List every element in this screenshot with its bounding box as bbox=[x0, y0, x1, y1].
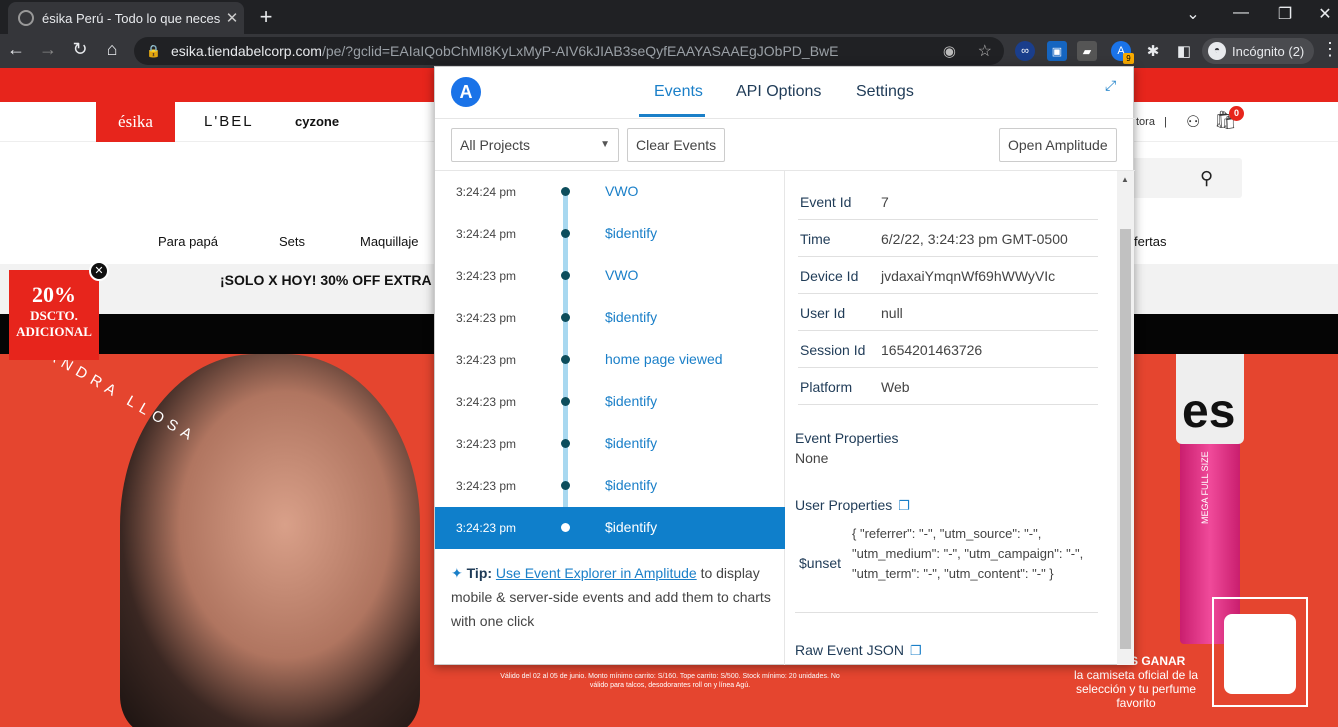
cart-count-badge: 0 bbox=[1229, 106, 1244, 121]
home-icon[interactable]: ⌂ bbox=[100, 39, 124, 60]
menu-kebab-icon[interactable]: ⋮ bbox=[1318, 39, 1338, 60]
detail-row: Device Id jvdaxaiYmqnWf69hWWyVIc bbox=[798, 257, 1098, 294]
chevron-down-icon: ▼ bbox=[600, 139, 610, 150]
unset-key: $unset bbox=[799, 555, 842, 571]
expand-icon[interactable]: ⤢ bbox=[1105, 77, 1116, 94]
detail-row: Event Id 7 bbox=[798, 183, 1098, 220]
extension-1-icon[interactable]: ∞ bbox=[1015, 41, 1035, 61]
discount-badge[interactable]: 20% DSCTO. ADICIONAL bbox=[9, 270, 99, 360]
incognito-profile-button[interactable]: ◓ Incógnito (2) bbox=[1202, 38, 1314, 64]
model-photo bbox=[120, 354, 420, 727]
menu-item-ofertas[interactable]: fertas bbox=[1134, 234, 1167, 249]
user-icon[interactable]: ⚇ bbox=[1186, 112, 1200, 132]
browser-tab-bar: ésika Perú - Todo lo que necesitas ✕ + ⌄… bbox=[0, 0, 1338, 34]
event-properties-value: None bbox=[795, 450, 829, 466]
event-row[interactable]: 3:24:23 pm VWO bbox=[435, 255, 785, 297]
detail-row: Platform Web bbox=[798, 368, 1098, 405]
user-properties-title: User Properties ❐ bbox=[795, 497, 910, 513]
forward-arrow-icon[interactable]: → bbox=[36, 39, 60, 60]
search-icon[interactable]: ⚲ bbox=[1200, 168, 1213, 189]
amplitude-popup: A Events API Options Settings ⤢ All Proj… bbox=[434, 66, 1135, 665]
tab-api-options[interactable]: API Options bbox=[736, 83, 821, 101]
legal-text: Válido del 02 al 05 de junio. Monto míni… bbox=[500, 673, 840, 689]
copy-json-icon[interactable]: ❐ bbox=[910, 643, 922, 658]
open-amplitude-button[interactable]: Open Amplitude bbox=[999, 128, 1117, 162]
amplitude-logo-icon: A bbox=[451, 77, 481, 107]
minimize-icon[interactable]: — bbox=[1226, 4, 1256, 22]
window-close-icon[interactable]: ✕ bbox=[1310, 4, 1338, 24]
raw-json-title: Raw Event JSON ❐ bbox=[795, 642, 922, 658]
extension-2-icon[interactable]: ▣ bbox=[1047, 41, 1067, 61]
tab-settings[interactable]: Settings bbox=[856, 83, 914, 101]
mascara-label: MEGA FULL SIZE bbox=[1200, 451, 1210, 524]
detail-row: User Id null bbox=[798, 294, 1098, 331]
badge-close-icon[interactable]: ✕ bbox=[89, 261, 109, 281]
lock-icon: 🔒 bbox=[146, 44, 161, 58]
screen: ésika Perú - Todo lo que necesitas ✕ + ⌄… bbox=[0, 0, 1338, 727]
copy-icon[interactable]: ❐ bbox=[898, 498, 910, 513]
controls-row: All Projects ▼ Clear Events Open Amplitud… bbox=[435, 119, 1135, 171]
brand-lbel[interactable]: L'BEL bbox=[204, 102, 254, 142]
detail-row: Time 6/2/22, 3:24:23 pm GMT-0500 bbox=[798, 220, 1098, 257]
popup-header: A Events API Options Settings ⤢ bbox=[435, 67, 1135, 119]
brand-esika[interactable]: ésika bbox=[96, 102, 175, 142]
menu-item-sets[interactable]: Sets bbox=[279, 234, 305, 249]
tab-close-icon[interactable]: ✕ bbox=[220, 9, 244, 27]
event-row[interactable]: 3:24:23 pm $identify bbox=[435, 465, 785, 507]
clear-events-button[interactable]: Clear Events bbox=[627, 128, 726, 162]
tip-text: ✦ Tip: Use Event Explorer in Amplitude t… bbox=[451, 565, 771, 629]
project-select[interactable]: All Projects ▼ bbox=[451, 128, 619, 162]
tab-search-chevron-icon[interactable]: ⌄ bbox=[1178, 4, 1208, 24]
browser-toolbar: ← → ↻ ⌂ 🔒 esika.tiendabelcorp.com/pe/?gc… bbox=[0, 34, 1338, 68]
event-row[interactable]: 3:24:23 pm $identify bbox=[435, 297, 785, 339]
event-row-selected[interactable]: 3:24:23 pm $identify bbox=[435, 507, 785, 549]
event-row[interactable]: 3:24:23 pm $identify bbox=[435, 381, 785, 423]
menu-item-papa[interactable]: Para papá bbox=[158, 234, 218, 249]
back-arrow-icon[interactable]: ← bbox=[4, 39, 28, 60]
scroll-thumb[interactable] bbox=[1120, 229, 1131, 649]
event-properties-title: Event Properties bbox=[795, 430, 899, 446]
extension-badge: 9 bbox=[1123, 53, 1134, 64]
site-favicon-icon bbox=[18, 10, 34, 26]
detail-row: Session Id 1654201463726 bbox=[798, 331, 1098, 368]
active-tab-underline bbox=[639, 114, 705, 117]
incognito-icon: ◓ bbox=[1208, 42, 1226, 60]
extension-3-icon[interactable]: ▰ bbox=[1077, 41, 1097, 61]
tab-events[interactable]: Events bbox=[654, 83, 703, 101]
side-panel-icon[interactable]: ◧ bbox=[1174, 41, 1194, 61]
event-explorer-link[interactable]: Use Event Explorer in Amplitude bbox=[496, 565, 697, 581]
event-row[interactable]: 3:24:23 pm home page viewed bbox=[435, 339, 785, 381]
new-tab-button[interactable]: + bbox=[254, 4, 278, 30]
mascara-brand: es bbox=[1182, 385, 1236, 438]
reload-icon[interactable]: ↻ bbox=[68, 39, 92, 60]
tab-title: ésika Perú - Todo lo que necesitas bbox=[42, 10, 220, 26]
event-details: Event Id 7 Time 6/2/22, 3:24:23 pm GMT-050… bbox=[786, 171, 1134, 665]
event-list: 3:24:24 pm VWO 3:24:24 pm $identify 3:24:2… bbox=[435, 171, 785, 665]
extensions-puzzle-icon[interactable]: ✱ bbox=[1143, 41, 1163, 61]
promo-text: ¡SOLO X HOY! 30% OFF EXTRA e bbox=[220, 272, 443, 288]
address-bar[interactable]: 🔒 esika.tiendabelcorp.com/pe/?gclid=EAIa… bbox=[134, 37, 1004, 65]
url-text: esika.tiendabelcorp.com/pe/?gclid=EAIaIQ… bbox=[170, 43, 839, 59]
menu-item-maquillaje[interactable]: Maquillaje bbox=[360, 234, 419, 249]
eye-slash-icon[interactable]: ◉ bbox=[943, 42, 956, 60]
maximize-icon[interactable]: ❐ bbox=[1270, 4, 1300, 24]
brand-cyzone[interactable]: cyzone bbox=[295, 102, 339, 142]
bookmark-star-icon[interactable]: ☆ bbox=[978, 41, 992, 61]
profile-label: Incógnito (2) bbox=[1232, 43, 1305, 59]
event-row[interactable]: 3:24:23 pm $identify bbox=[435, 423, 785, 465]
jersey-image bbox=[1224, 614, 1296, 694]
divider bbox=[795, 612, 1098, 613]
scroll-up-icon[interactable]: ▲ bbox=[1121, 175, 1129, 184]
consultant-link[interactable]: tora | bbox=[1136, 102, 1167, 142]
event-row[interactable]: 3:24:24 pm VWO bbox=[435, 171, 785, 213]
sparkle-icon: ✦ bbox=[451, 565, 463, 581]
details-scrollbar[interactable]: ▲ bbox=[1117, 171, 1134, 665]
browser-tab[interactable]: ésika Perú - Todo lo que necesitas ✕ bbox=[8, 2, 244, 34]
unset-value: { "referrer": "-", "utm_source": "-", "u… bbox=[852, 526, 1084, 581]
event-row[interactable]: 3:24:24 pm $identify bbox=[435, 213, 785, 255]
